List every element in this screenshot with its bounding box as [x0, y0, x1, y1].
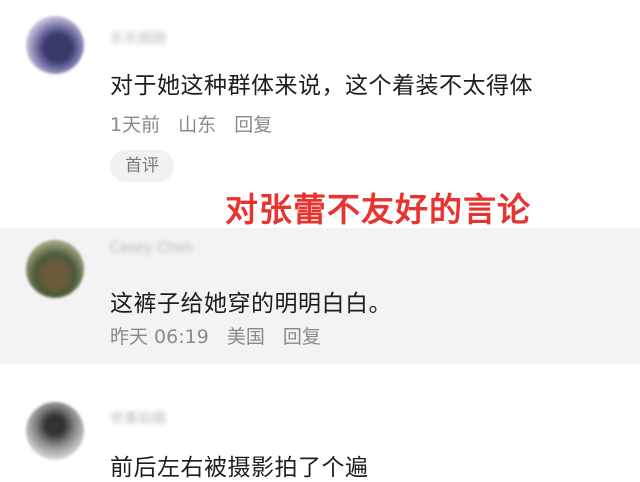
comment-time: 昨天 06:19 — [110, 326, 209, 348]
avatar[interactable] — [26, 240, 84, 298]
reply-button[interactable]: 回复 — [234, 114, 272, 136]
username[interactable]: 乐乐困困 — [110, 28, 166, 48]
username[interactable]: 世事如烟 — [110, 408, 166, 428]
comment-time: 1天前 — [110, 114, 161, 136]
avatar[interactable] — [26, 16, 84, 74]
avatar[interactable] — [26, 402, 84, 460]
reply-button[interactable]: 回复 — [283, 326, 321, 348]
comment-meta: 昨天 06:19 美国 回复 — [110, 322, 333, 349]
comment-meta: 1天前 山东 回复 — [110, 110, 284, 137]
username[interactable]: Casey Chen — [110, 240, 193, 256]
comment-text: 前后左右被摄影拍了个遍 — [110, 455, 369, 481]
comment-item: Casey Chen 这裤子给她穿的明明白白。 昨天 06:19 美国 回复 — [0, 228, 640, 364]
comment-text: 对于她这种群体来说，这个着装不太得体 — [110, 73, 533, 99]
comment-text: 这裤子给她穿的明明白白。 — [110, 291, 392, 317]
comment-location: 山东 — [178, 114, 217, 136]
overlay-caption: 对张蕾不友好的言论 — [225, 190, 531, 229]
first-comment-badge: 首评 — [110, 150, 174, 182]
comment-item: 世事如烟 前后左右被摄影拍了个遍 — [0, 364, 640, 481]
comment-location: 美国 — [226, 326, 265, 348]
